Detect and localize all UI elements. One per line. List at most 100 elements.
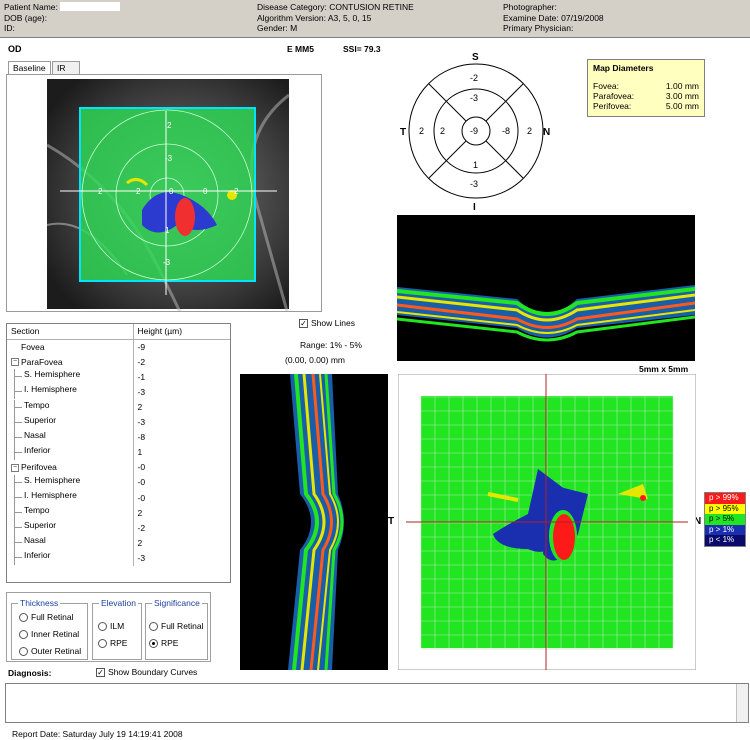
height-value: 1 bbox=[137, 447, 143, 458]
table-row[interactable]: − Perifovea -0 bbox=[7, 459, 230, 475]
sector-label-s: S bbox=[472, 52, 479, 63]
elevation-title: Elevation bbox=[99, 598, 138, 608]
sector-outer-right: 2 bbox=[527, 126, 532, 136]
section-label: Superior bbox=[24, 520, 57, 531]
table-row[interactable]: Superior -3 bbox=[7, 414, 230, 430]
table-row[interactable]: S. Hemisphere -1 bbox=[7, 369, 230, 385]
fundus-label-bottom: -3 bbox=[163, 258, 171, 267]
section-label: I. Hemisphere bbox=[24, 384, 77, 395]
vertical-oct-scan[interactable] bbox=[240, 374, 388, 670]
map-diameter-value: 1.00 mm bbox=[665, 81, 699, 91]
table-row[interactable]: Inferior -3 bbox=[7, 550, 230, 566]
table-row[interactable]: Fovea -9 bbox=[7, 339, 230, 355]
patient-name-label: Patient Name: bbox=[4, 2, 58, 12]
table-row[interactable]: I. Hemisphere -3 bbox=[7, 384, 230, 400]
radio-rpe-elevation[interactable]: RPE bbox=[98, 638, 127, 649]
legend-entry: p > 99% bbox=[705, 493, 745, 504]
radio-circle[interactable] bbox=[98, 639, 107, 649]
radio-sig-full-retinal[interactable]: Full Retinal bbox=[149, 621, 204, 632]
table-row[interactable]: − ParaFovea -2 bbox=[7, 354, 230, 370]
tab-baseline[interactable]: Baseline bbox=[8, 61, 51, 74]
range-label: Range: 1% - 5% bbox=[300, 340, 362, 350]
diagnosis-scrollbar[interactable] bbox=[736, 684, 748, 722]
height-value: -8 bbox=[137, 432, 146, 443]
collapse-toggle-icon[interactable]: − bbox=[11, 358, 19, 367]
sector-center: -9 bbox=[470, 126, 478, 136]
radio-inner-retinal[interactable]: Inner Retinal bbox=[19, 629, 79, 640]
radio-circle[interactable] bbox=[19, 613, 28, 623]
radio-circle[interactable] bbox=[19, 630, 28, 640]
section-label: Nasal bbox=[24, 535, 46, 546]
table-row[interactable]: Tempo 2 bbox=[7, 505, 230, 521]
show-lines-label: Show Lines bbox=[311, 318, 355, 328]
section-table: Section Height (µm) Fovea -9− ParaFovea -2 S… bbox=[6, 323, 231, 583]
radio-circle[interactable] bbox=[149, 622, 158, 632]
section-label: Nasal bbox=[24, 429, 46, 440]
radio-circle[interactable] bbox=[98, 622, 107, 632]
section-label: Tempo bbox=[24, 505, 50, 516]
show-boundary-toggle[interactable]: ✓ Show Boundary Curves bbox=[96, 667, 197, 678]
table-row[interactable]: Nasal 2 bbox=[7, 535, 230, 551]
sector-inner-top: -3 bbox=[470, 93, 478, 103]
sector-outer-top: -2 bbox=[470, 73, 478, 83]
table-row[interactable]: Nasal -8 bbox=[7, 429, 230, 445]
col-header-height[interactable]: Height (µm) bbox=[133, 324, 230, 340]
height-value: -2 bbox=[137, 356, 146, 367]
show-lines-toggle[interactable]: ✓ Show Lines bbox=[299, 318, 355, 329]
table-row[interactable]: Superior -2 bbox=[7, 520, 230, 536]
tree-line-icon bbox=[14, 474, 24, 490]
table-row[interactable]: Inferior 1 bbox=[7, 444, 230, 460]
col-header-section[interactable]: Section bbox=[7, 324, 134, 340]
eye-label: OD bbox=[8, 44, 22, 54]
section-label: S. Hemisphere bbox=[24, 474, 81, 485]
height-value: -3 bbox=[137, 417, 146, 428]
sector-inner-left: 2 bbox=[440, 126, 445, 136]
height-value: -3 bbox=[137, 386, 146, 397]
section-label: Fovea bbox=[21, 341, 45, 352]
radio-sig-rpe[interactable]: RPE bbox=[149, 638, 178, 649]
tab-ir[interactable]: IR bbox=[52, 61, 80, 74]
collapse-toggle-icon[interactable]: − bbox=[11, 464, 19, 473]
sig-map-label-t: T bbox=[388, 516, 395, 527]
table-row[interactable]: Tempo 2 bbox=[7, 399, 230, 415]
sector-label-t: T bbox=[400, 127, 406, 138]
examine-date: Examine Date: 07/19/2008 bbox=[503, 12, 604, 23]
radio-outer-retinal[interactable]: Outer Retinal bbox=[19, 646, 82, 657]
radio-ilm[interactable]: ILM bbox=[98, 621, 124, 632]
table-row[interactable]: I. Hemisphere -0 bbox=[7, 490, 230, 506]
radio-circle[interactable] bbox=[19, 647, 28, 657]
dob-label: DOB (age): bbox=[4, 12, 47, 23]
map-diameter-value: 5.00 mm bbox=[665, 101, 699, 111]
section-label: Inferior bbox=[24, 444, 51, 455]
map-diameters-title: Map Diameters bbox=[593, 63, 654, 73]
significance-map[interactable] bbox=[398, 374, 696, 670]
section-label: Tempo bbox=[24, 399, 50, 410]
section-label: Superior bbox=[24, 414, 57, 425]
table-row[interactable]: S. Hemisphere -0 bbox=[7, 474, 230, 491]
height-value: 2 bbox=[137, 507, 143, 518]
show-boundary-checkbox[interactable]: ✓ bbox=[96, 668, 105, 678]
fundus-label-right-center: 0 bbox=[203, 187, 208, 196]
tree-line-icon bbox=[14, 550, 24, 566]
section-cell: I. Hemisphere bbox=[7, 490, 134, 506]
height-value: 2 bbox=[137, 537, 143, 548]
show-lines-checkbox[interactable]: ✓ bbox=[299, 319, 308, 329]
section-cell: Superior bbox=[7, 414, 134, 430]
fundus-image[interactable]: 2 -3 2 2 0 0 2 1 -3 bbox=[7, 75, 321, 311]
sector-inner-bottom: 1 bbox=[473, 160, 478, 170]
radio-full-retinal[interactable]: Full Retinal bbox=[19, 612, 74, 623]
radio-circle-selected[interactable] bbox=[149, 639, 158, 649]
section-cell: Nasal bbox=[7, 429, 134, 445]
patient-header: Patient Name: DOB (age): ID: Disease Cat… bbox=[0, 0, 750, 38]
height-value: -0 bbox=[137, 462, 146, 473]
radio-label: Outer Retinal bbox=[31, 646, 82, 656]
tree-line-icon bbox=[14, 535, 24, 551]
section-cell: − ParaFovea bbox=[7, 354, 134, 370]
section-label: ParaFovea bbox=[21, 356, 63, 367]
fundus-panel: 2 -3 2 2 0 0 2 1 -3 bbox=[6, 74, 322, 312]
section-label: Inferior bbox=[24, 550, 51, 561]
horizontal-oct-scan[interactable] bbox=[397, 215, 695, 361]
diagnosis-textarea[interactable] bbox=[5, 683, 749, 723]
tree-line-icon bbox=[14, 369, 24, 385]
height-value: -0 bbox=[137, 477, 146, 488]
